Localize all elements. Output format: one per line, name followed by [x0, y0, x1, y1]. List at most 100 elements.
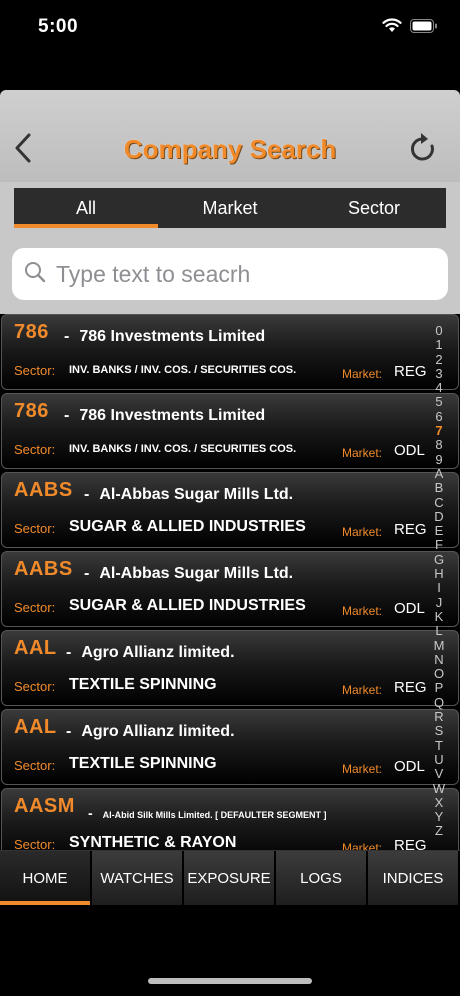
company-name: -786 Investments Limited	[64, 407, 266, 424]
company-row[interactable]: 786 -786 Investments Limited Sector: INV…	[1, 314, 459, 390]
tab-watches[interactable]: WATCHES	[92, 851, 184, 905]
index-letter[interactable]: D	[430, 509, 448, 524]
sector-label: Sector:	[14, 363, 56, 378]
index-letter[interactable]: A	[430, 466, 448, 481]
refresh-icon	[408, 132, 438, 169]
index-letter[interactable]: Z	[430, 824, 448, 839]
company-symbol: AAL	[14, 716, 57, 738]
company-symbol: 786	[14, 400, 49, 422]
company-sector: TEXTILE SPINNING	[69, 755, 217, 772]
index-letter[interactable]: P	[430, 681, 448, 696]
index-letter[interactable]: M	[430, 638, 448, 653]
index-letter[interactable]: 1	[430, 337, 448, 352]
company-name: - Al-Abid Silk Mills Limited. [ DEFAULTER…	[88, 805, 327, 821]
tab-indices[interactable]: INDICES	[368, 851, 460, 905]
search-icon	[24, 261, 46, 288]
sector-label: Sector:	[14, 442, 56, 457]
index-letter[interactable]: U	[430, 752, 448, 767]
index-letter[interactable]: 9	[430, 452, 448, 467]
index-letter[interactable]: 7	[430, 423, 448, 438]
segment-market[interactable]: Market	[158, 188, 302, 228]
tab-exposure[interactable]: EXPOSURE	[184, 851, 276, 905]
sector-label: Sector:	[14, 837, 56, 850]
company-sector: SUGAR & ALLIED INDUSTRIES	[69, 518, 306, 535]
index-letter[interactable]: L	[430, 623, 448, 638]
index-letter[interactable]: 3	[430, 366, 448, 381]
company-sector: SYNTHETIC & RAYON	[69, 834, 237, 850]
index-letter[interactable]: E	[430, 523, 448, 538]
bottom-tab-bar: HOME WATCHES EXPOSURE LOGS INDICES	[0, 850, 460, 905]
company-list: 786 -786 Investments Limited Sector: INV…	[0, 314, 460, 850]
company-market: ODL	[394, 442, 425, 459]
company-market: REG	[394, 521, 427, 538]
battery-icon	[410, 18, 438, 38]
market-label: Market:	[342, 841, 383, 850]
index-letter[interactable]: B	[430, 480, 448, 495]
segment-control: All Market Sector	[14, 188, 446, 228]
tab-home[interactable]: HOME	[0, 851, 92, 905]
index-letter[interactable]: K	[430, 609, 448, 624]
sector-label: Sector:	[14, 758, 56, 773]
market-label: Market:	[342, 525, 383, 539]
company-row[interactable]: AAL - Agro Allianz limited. Sector: TEXTI…	[1, 630, 459, 706]
index-letter[interactable]: F	[430, 538, 448, 553]
index-letter[interactable]: T	[430, 738, 448, 753]
alphabet-index[interactable]: 0123456789ABCDEFGHIJKLMNOPQRSTUVWXYZ	[430, 323, 448, 839]
index-letter[interactable]: J	[430, 595, 448, 610]
search-input[interactable]	[56, 260, 436, 288]
segment-sector[interactable]: Sector	[302, 188, 446, 228]
refresh-button[interactable]	[406, 130, 440, 170]
index-letter[interactable]: I	[430, 581, 448, 596]
index-letter[interactable]: R	[430, 709, 448, 724]
company-market: ODL	[394, 600, 425, 617]
company-market: REG	[394, 837, 427, 850]
status-icons	[382, 18, 438, 38]
segment-control-container: All Market Sector	[0, 182, 460, 234]
sector-label: Sector:	[14, 600, 56, 615]
status-time: 5:00	[38, 16, 79, 37]
company-sector: SUGAR & ALLIED INDUSTRIES	[69, 597, 306, 614]
company-name: - Al-Abbas Sugar Mills Ltd.	[84, 486, 294, 503]
index-letter[interactable]: 6	[430, 409, 448, 424]
company-symbol: AABS	[14, 558, 73, 580]
index-letter[interactable]: V	[430, 766, 448, 781]
index-letter[interactable]: X	[430, 795, 448, 810]
company-name: - Agro Allianz limited.	[66, 723, 235, 740]
market-label: Market:	[342, 762, 383, 776]
index-letter[interactable]: G	[430, 552, 448, 567]
tab-logs[interactable]: LOGS	[276, 851, 368, 905]
index-letter[interactable]: 0	[430, 323, 448, 338]
company-name: -786 Investments Limited	[64, 328, 266, 345]
company-market: ODL	[394, 758, 425, 775]
search-box[interactable]	[12, 248, 448, 300]
home-indicator	[148, 978, 312, 984]
company-row[interactable]: 786 -786 Investments Limited Sector: INV…	[1, 393, 459, 469]
index-letter[interactable]: 5	[430, 395, 448, 410]
company-row[interactable]: AAL - Agro Allianz limited. Sector: TEXTI…	[1, 709, 459, 785]
index-letter[interactable]: 2	[430, 352, 448, 367]
index-letter[interactable]: O	[430, 666, 448, 681]
index-letter[interactable]: W	[430, 781, 448, 796]
index-letter[interactable]: 8	[430, 438, 448, 453]
segment-all[interactable]: All	[14, 188, 158, 228]
market-label: Market:	[342, 604, 383, 618]
page-title: Company Search	[123, 134, 337, 164]
company-symbol: AABS	[14, 479, 73, 501]
index-letter[interactable]: C	[430, 495, 448, 510]
index-letter[interactable]: H	[430, 566, 448, 581]
company-row[interactable]: AABS - Al-Abbas Sugar Mills Ltd. Sector: …	[1, 472, 459, 548]
company-row[interactable]: AASM - Al-Abid Silk Mills Limited. [ DEFA…	[1, 788, 459, 850]
index-letter[interactable]: 4	[430, 380, 448, 395]
search-container	[0, 234, 460, 314]
index-letter[interactable]: Y	[430, 809, 448, 824]
company-symbol: AASM	[14, 795, 75, 817]
status-bar: 5:00	[0, 0, 460, 60]
market-label: Market:	[342, 446, 383, 460]
company-sector: INV. BANKS / INV. COS. / SECURITIES COS.	[69, 443, 297, 455]
company-row[interactable]: AABS - Al-Abbas Sugar Mills Ltd. Sector: …	[1, 551, 459, 627]
index-letter[interactable]: N	[430, 652, 448, 667]
index-letter[interactable]: S	[430, 724, 448, 739]
index-letter[interactable]: Q	[430, 695, 448, 710]
wifi-icon	[382, 18, 402, 38]
market-label: Market:	[342, 367, 383, 381]
